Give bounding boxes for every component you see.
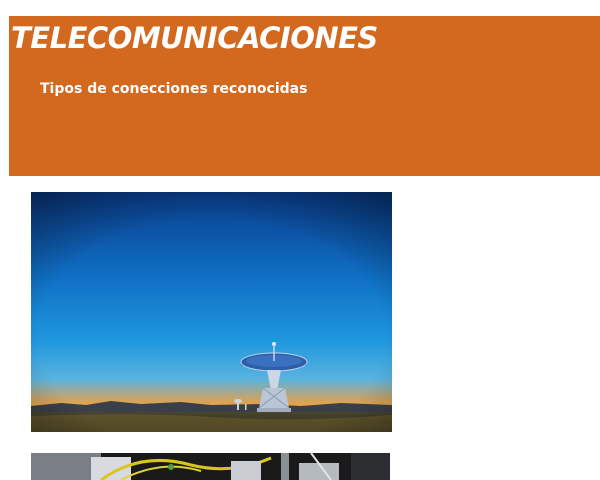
page-subtitle: Tipos de conecciones reconocidas [40,81,308,97]
radio-telescope-photo [31,192,392,432]
page-header: TELECOMUNICACIONES Tipos de conecciones … [9,16,600,176]
network-cables-photo [31,453,390,480]
page-title: TELECOMUNICACIONES [11,21,378,55]
